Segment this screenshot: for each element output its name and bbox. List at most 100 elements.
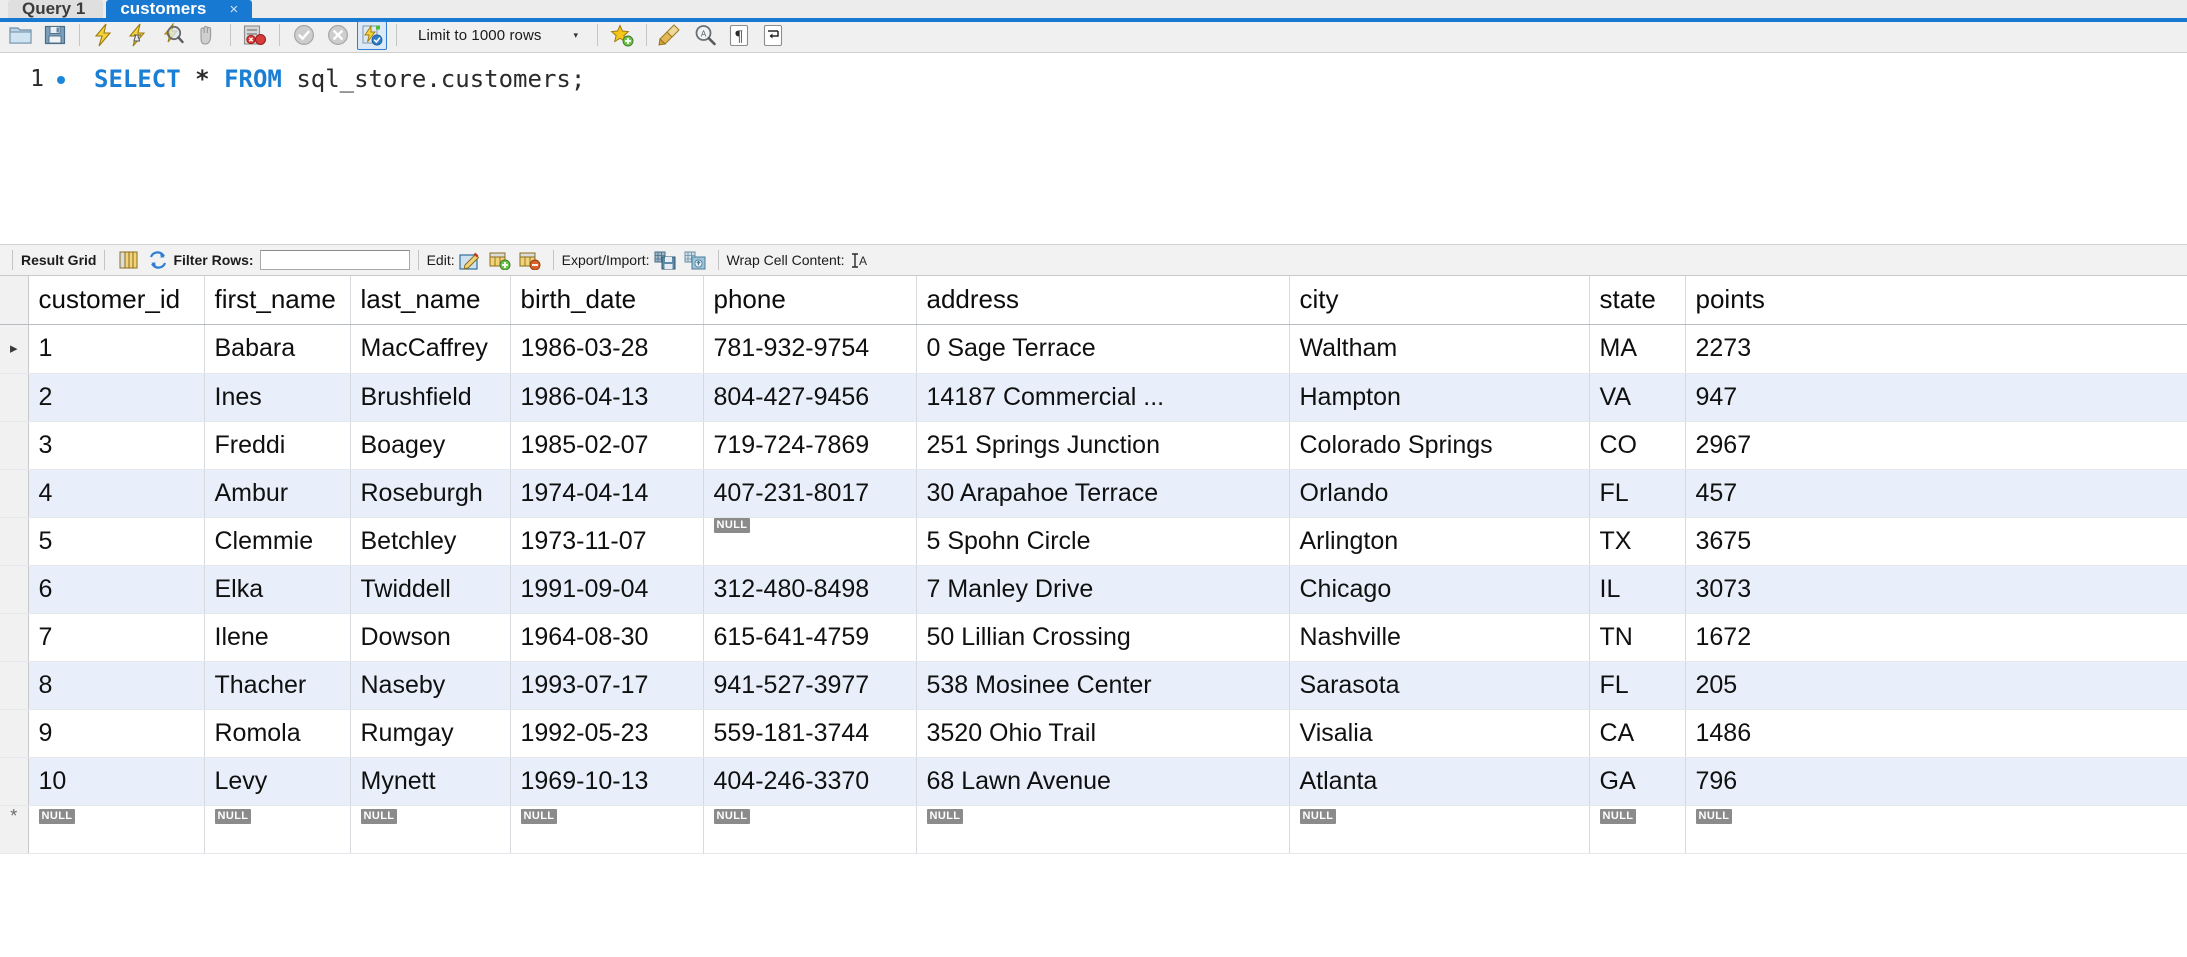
cell-city[interactable]: Atlanta bbox=[1289, 757, 1590, 806]
table-row[interactable]: ▸ 1 Babara MacCaffrey 1986-03-28 781-932-9754… bbox=[0, 324, 2187, 374]
toggle-word-wrap-icon[interactable] bbox=[758, 21, 788, 49]
table-row[interactable]: 2 Ines Brushfield 1986-04-13 804-427-9456 141… bbox=[0, 373, 2187, 422]
execute-current-statement-icon[interactable] bbox=[123, 21, 153, 49]
cell-points[interactable]: 2273 bbox=[1685, 324, 2187, 374]
cell-phone[interactable]: 941-527-3977 bbox=[703, 661, 917, 710]
delete-row-icon[interactable] bbox=[517, 248, 543, 272]
cell-last-name[interactable]: Twiddell bbox=[350, 565, 511, 614]
cell-customer-id[interactable]: 8 bbox=[28, 661, 205, 710]
cell-birth-date[interactable]: 1973-11-07 bbox=[510, 517, 704, 566]
new-row-cell-last-name[interactable]: NULL bbox=[350, 805, 511, 854]
cell-state[interactable]: TX bbox=[1589, 517, 1686, 566]
cell-last-name[interactable]: Brushfield bbox=[350, 373, 511, 422]
cell-address[interactable]: 538 Mosinee Center bbox=[916, 661, 1290, 710]
cell-customer-id[interactable]: 7 bbox=[28, 613, 205, 662]
cell-city[interactable]: Nashville bbox=[1289, 613, 1590, 662]
save-snippet-icon[interactable] bbox=[607, 21, 637, 49]
cell-state[interactable]: TN bbox=[1589, 613, 1686, 662]
cell-city[interactable]: Arlington bbox=[1289, 517, 1590, 566]
cell-first-name[interactable]: Ines bbox=[204, 373, 351, 422]
cell-last-name[interactable]: Dowson bbox=[350, 613, 511, 662]
table-row[interactable]: 7 Ilene Dowson 1964-08-30 615-641-4759 50 Lil… bbox=[0, 613, 2187, 662]
cell-city[interactable]: Visalia bbox=[1289, 709, 1590, 758]
cell-address[interactable]: 30 Arapahoe Terrace bbox=[916, 469, 1290, 518]
column-header-last-name[interactable]: last_name bbox=[350, 276, 511, 325]
cell-city[interactable]: Orlando bbox=[1289, 469, 1590, 518]
new-row-cell-city[interactable]: NULL bbox=[1289, 805, 1590, 854]
commit-icon[interactable] bbox=[289, 21, 319, 49]
cell-address[interactable]: 5 Spohn Circle bbox=[916, 517, 1290, 566]
column-header-birth-date[interactable]: birth_date bbox=[510, 276, 704, 325]
table-row[interactable]: 3 Freddi Boagey 1985-02-07 719-724-7869 251 S… bbox=[0, 421, 2187, 470]
cell-last-name[interactable]: MacCaffrey bbox=[350, 324, 511, 374]
cell-city[interactable]: Waltham bbox=[1289, 324, 1590, 374]
filter-rows-input[interactable] bbox=[259, 250, 410, 270]
new-row-cell-phone[interactable]: NULL bbox=[703, 805, 917, 854]
row-selector-cell[interactable] bbox=[0, 709, 29, 758]
cell-phone[interactable]: 804-427-9456 bbox=[703, 373, 917, 422]
cell-state[interactable]: GA bbox=[1589, 757, 1686, 806]
cell-address[interactable]: 14187 Commercial ... bbox=[916, 373, 1290, 422]
save-script-icon[interactable] bbox=[40, 21, 70, 49]
new-row-cell-first-name[interactable]: NULL bbox=[204, 805, 351, 854]
row-selector-cell[interactable] bbox=[0, 661, 29, 710]
cell-city[interactable]: Colorado Springs bbox=[1289, 421, 1590, 470]
cell-state[interactable]: FL bbox=[1589, 661, 1686, 710]
cell-customer-id[interactable]: 3 bbox=[28, 421, 205, 470]
cell-state[interactable]: CO bbox=[1589, 421, 1686, 470]
cell-state[interactable]: VA bbox=[1589, 373, 1686, 422]
cell-state[interactable]: MA bbox=[1589, 324, 1686, 374]
cell-city[interactable]: Chicago bbox=[1289, 565, 1590, 614]
toggle-stop-on-error-icon[interactable] bbox=[240, 21, 270, 49]
row-selector-cell[interactable] bbox=[0, 565, 29, 614]
cell-phone[interactable]: 407-231-8017 bbox=[703, 469, 917, 518]
new-row-cell-address[interactable]: NULL bbox=[916, 805, 1290, 854]
cell-birth-date[interactable]: 1974-04-14 bbox=[510, 469, 704, 518]
cell-birth-date[interactable]: 1986-03-28 bbox=[510, 324, 704, 374]
table-row[interactable]: 4 Ambur Roseburgh 1974-04-14 407-231-8017 30 … bbox=[0, 469, 2187, 518]
cell-last-name[interactable]: Naseby bbox=[350, 661, 511, 710]
limit-rows-dropdown[interactable]: Limit to 1000 rows ▾ bbox=[412, 22, 588, 48]
close-icon[interactable]: × bbox=[230, 1, 239, 18]
cell-address[interactable]: 0 Sage Terrace bbox=[916, 324, 1290, 374]
cell-birth-date[interactable]: 1991-09-04 bbox=[510, 565, 704, 614]
cell-state[interactable]: FL bbox=[1589, 469, 1686, 518]
cell-address[interactable]: 7 Manley Drive bbox=[916, 565, 1290, 614]
cell-points[interactable]: 457 bbox=[1685, 469, 2187, 518]
cell-state[interactable]: CA bbox=[1589, 709, 1686, 758]
cell-birth-date[interactable]: 1969-10-13 bbox=[510, 757, 704, 806]
cell-phone[interactable]: 615-641-4759 bbox=[703, 613, 917, 662]
cell-points[interactable]: 1672 bbox=[1685, 613, 2187, 662]
cell-first-name[interactable]: Elka bbox=[204, 565, 351, 614]
column-header-state[interactable]: state bbox=[1589, 276, 1686, 325]
row-selector-cell[interactable] bbox=[0, 373, 29, 422]
row-selector-cell[interactable] bbox=[0, 421, 29, 470]
sql-statement-line[interactable]: SELECT * FROM sql_store.customers; bbox=[72, 63, 2187, 95]
cell-city[interactable]: Sarasota bbox=[1289, 661, 1590, 710]
column-header-city[interactable]: city bbox=[1289, 276, 1590, 325]
cell-customer-id[interactable]: 9 bbox=[28, 709, 205, 758]
cell-points[interactable]: 947 bbox=[1685, 373, 2187, 422]
cell-first-name[interactable]: Levy bbox=[204, 757, 351, 806]
cell-customer-id[interactable]: 6 bbox=[28, 565, 205, 614]
cell-phone[interactable]: 404-246-3370 bbox=[703, 757, 917, 806]
cell-first-name[interactable]: Ilene bbox=[204, 613, 351, 662]
edit-cell-icon[interactable] bbox=[457, 248, 483, 272]
cell-last-name[interactable]: Boagey bbox=[350, 421, 511, 470]
cell-birth-date[interactable]: 1986-04-13 bbox=[510, 373, 704, 422]
explain-query-icon[interactable] bbox=[157, 21, 187, 49]
cell-phone[interactable]: 719-724-7869 bbox=[703, 421, 917, 470]
result-grid[interactable]: customer_id first_name last_name birth_d… bbox=[0, 276, 2187, 854]
table-row[interactable]: 6 Elka Twiddell 1991-09-04 312-480-8498 7 Man… bbox=[0, 565, 2187, 614]
cell-customer-id[interactable]: 4 bbox=[28, 469, 205, 518]
column-header-points[interactable]: points bbox=[1685, 276, 2187, 325]
open-script-icon[interactable] bbox=[6, 21, 36, 49]
cell-address[interactable]: 50 Lillian Crossing bbox=[916, 613, 1290, 662]
cell-points[interactable]: 796 bbox=[1685, 757, 2187, 806]
tab-customers[interactable]: customers × bbox=[106, 0, 253, 18]
chevron-down-icon[interactable]: ▾ bbox=[573, 30, 586, 41]
find-icon[interactable]: A bbox=[690, 21, 720, 49]
cell-customer-id[interactable]: 2 bbox=[28, 373, 205, 422]
cell-birth-date[interactable]: 1964-08-30 bbox=[510, 613, 704, 662]
cell-last-name[interactable]: Mynett bbox=[350, 757, 511, 806]
